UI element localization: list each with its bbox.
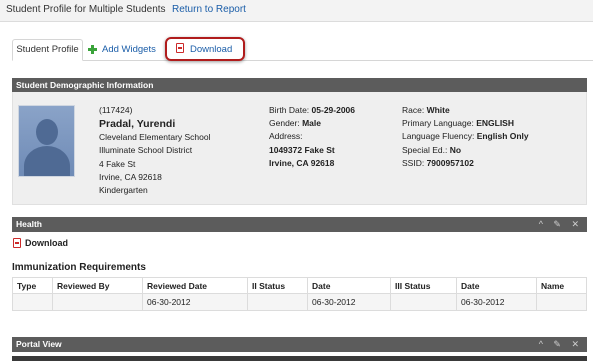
special-ed: Special Ed.: No xyxy=(402,144,529,157)
table-header-row: Type Reviewed By Reviewed Date II Status… xyxy=(12,277,587,294)
plus-icon xyxy=(88,45,97,54)
download-highlight-callout xyxy=(165,37,245,61)
race: Race: White xyxy=(402,104,529,117)
birth-date-value: 05-29-2006 xyxy=(311,105,356,115)
ssid: SSID: 7900957102 xyxy=(402,157,529,170)
fluency-label: Language Fluency: xyxy=(402,131,475,142)
birth-gender-column: Birth Date: 05-29-2006 Gender: Male Addr… xyxy=(269,104,355,170)
student-name: Pradal, Yurendi xyxy=(99,118,176,131)
top-bar: Student Profile for Multiple Students Re… xyxy=(0,0,593,22)
cell-ii-status xyxy=(247,293,308,311)
health-panel-controls[interactable]: ^ ✎ ✕ xyxy=(539,217,583,232)
health-panel-header: Health ^ ✎ ✕ xyxy=(12,217,587,232)
table-row: 06-30-2012 06-30-2012 06-30-2012 xyxy=(12,293,587,311)
gender-label: Gender: xyxy=(269,118,300,129)
birth-date: Birth Date: 05-29-2006 xyxy=(269,104,355,117)
cell-iii-status xyxy=(390,293,457,311)
address-label: Address: xyxy=(269,131,303,142)
language-value: ENGLISH xyxy=(476,118,514,129)
student-id: (117424) xyxy=(99,105,133,115)
cell-date-2: 06-30-2012 xyxy=(456,293,537,311)
address-line-2: Irvine, CA 92618 xyxy=(269,157,335,168)
address-line-1: 1049372 Fake St xyxy=(269,144,335,155)
ssid-value: 7900957102 xyxy=(426,157,474,168)
immunization-table: Type Reviewed By Reviewed Date II Status… xyxy=(12,277,587,311)
primary-language: Primary Language: ENGLISH xyxy=(402,117,529,130)
immunization-title: Immunization Requirements xyxy=(12,262,146,273)
tab-bar: Student Profile Add Widgets Download xyxy=(12,39,593,61)
avatar-body-shape xyxy=(24,146,70,176)
col-date: Date xyxy=(307,277,391,294)
special-value: No xyxy=(449,144,462,155)
fluency-value: English Only xyxy=(476,131,529,142)
portal-content-strip xyxy=(12,356,587,361)
gender-value: Male xyxy=(302,118,321,129)
cell-date: 06-30-2012 xyxy=(307,293,391,311)
demographics-panel: (117424) Pradal, Yurendi Cleveland Eleme… xyxy=(12,92,587,205)
student-district: Illuminate School District xyxy=(99,145,193,156)
pdf-icon xyxy=(13,238,21,248)
student-school: Cleveland Elementary School xyxy=(99,132,211,143)
birth-date-label: Birth Date: xyxy=(269,105,310,115)
race-label: Race: xyxy=(402,105,425,115)
add-widgets-link[interactable]: Add Widgets xyxy=(102,39,156,61)
health-download-link[interactable]: Download xyxy=(25,238,68,248)
page-title: Student Profile for Multiple Students xyxy=(6,4,166,15)
health-header-title: Health xyxy=(16,219,42,229)
col-ii-status: II Status xyxy=(247,277,308,294)
return-to-report-link[interactable]: Return to Report xyxy=(172,4,246,15)
cell-type xyxy=(12,293,53,311)
gender: Gender: Male xyxy=(269,117,355,130)
portal-panel-header: Portal View ^ ✎ ✕ xyxy=(12,337,587,352)
col-iii-status: III Status xyxy=(390,277,457,294)
ssid-label: SSID: xyxy=(402,157,425,168)
col-date-2: Date xyxy=(456,277,537,294)
cell-reviewed-by xyxy=(52,293,143,311)
special-label: Special Ed.: xyxy=(402,144,448,155)
cell-reviewed-date: 06-30-2012 xyxy=(142,293,248,311)
tab-student-profile[interactable]: Student Profile xyxy=(12,39,83,61)
portal-header-title: Portal View xyxy=(16,339,62,349)
race-language-column: Race: White Primary Language: ENGLISH La… xyxy=(402,104,529,170)
student-info-column: (117424) Pradal, Yurendi Cleveland Eleme… xyxy=(99,104,211,197)
col-reviewed-date: Reviewed Date xyxy=(142,277,248,294)
col-reviewed-by: Reviewed By xyxy=(52,277,143,294)
student-grade: Kindergarten xyxy=(99,185,148,196)
language-fluency: Language Fluency: English Only xyxy=(402,130,529,143)
student-street: 4 Fake St xyxy=(99,158,136,169)
col-name: Name xyxy=(536,277,587,294)
language-label: Primary Language: xyxy=(402,118,474,129)
demographics-panel-header: Student Demographic Information xyxy=(12,78,587,93)
avatar xyxy=(18,105,75,177)
student-city: Irvine, CA 92618 xyxy=(99,171,162,182)
cell-name xyxy=(536,293,587,311)
col-type: Type xyxy=(12,277,53,294)
demographics-header-title: Student Demographic Information xyxy=(16,80,154,90)
avatar-head-shape xyxy=(36,119,58,145)
tab-baseline xyxy=(12,60,593,61)
portal-panel-controls[interactable]: ^ ✎ ✕ xyxy=(539,337,583,352)
race-value: White xyxy=(426,105,450,115)
